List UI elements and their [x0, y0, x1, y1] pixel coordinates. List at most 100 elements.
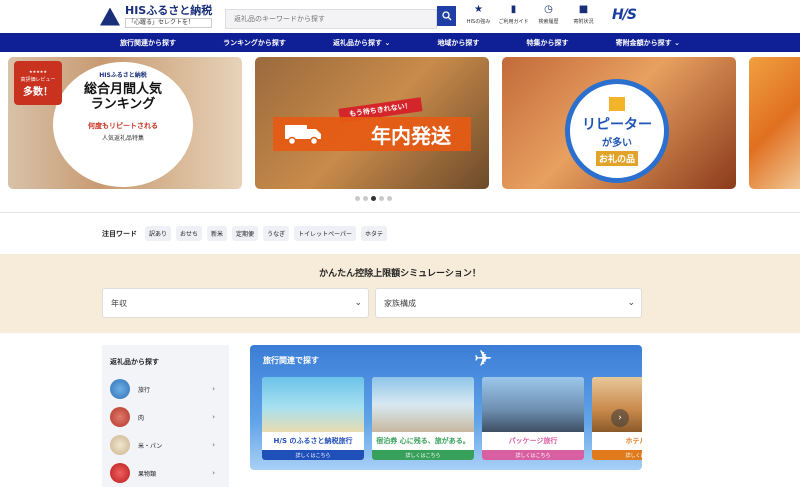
- chevron-right-icon: ›: [212, 441, 215, 449]
- sidebar-item-fruit[interactable]: 果物類 ›: [110, 459, 221, 487]
- utility-links: ★ HISの強み ▮ ご利用ガイド ◷ 検索履歴 ■ 寄附状況: [462, 4, 602, 26]
- carousel-dot[interactable]: [387, 196, 392, 201]
- bag-icon: ■: [578, 4, 589, 15]
- badge-text: 高評価レビュー: [20, 76, 56, 83]
- banner-year-end-shipping[interactable]: もう待ちきれない！ 年内発送: [255, 57, 489, 189]
- travel-card-button[interactable]: 詳しくはこちら: [592, 450, 642, 460]
- search-button[interactable]: [437, 6, 456, 26]
- banner-tag: お礼の品: [595, 150, 638, 166]
- travel-card-button[interactable]: 詳しくはこちら: [262, 450, 364, 460]
- family-select[interactable]: 家族構成 ⌄: [375, 288, 642, 318]
- airport-image: [482, 377, 584, 432]
- fruit-thumb: [110, 463, 130, 483]
- nav-region[interactable]: 地域から探す: [437, 38, 479, 48]
- chevron-right-icon: ›: [212, 469, 215, 477]
- nav-gifts[interactable]: 返礼品から探す ⌄: [333, 38, 390, 48]
- banner-subline: が多い: [602, 137, 632, 149]
- util-strengths[interactable]: ★ HISの強み: [462, 4, 495, 26]
- travel-card-label: ホテル食事: [625, 437, 643, 445]
- repeater-circle: リピーター が多い お礼の品: [565, 79, 669, 183]
- travel-card-lodging[interactable]: 宿泊券 心に残る、旅がある。 詳しくはこちら: [372, 377, 474, 460]
- banner-title-line2: ランキング: [90, 96, 156, 112]
- carousel-dot[interactable]: [363, 196, 368, 201]
- util-guide[interactable]: ▮ ご利用ガイド: [497, 4, 530, 26]
- travel-card-package[interactable]: パッケージ旅行 詳しくはこちら: [482, 377, 584, 460]
- trend-chip[interactable]: うなぎ: [263, 226, 290, 241]
- rice-thumb: [110, 435, 130, 455]
- search-input[interactable]: [225, 9, 437, 29]
- hotel-room-image: [372, 377, 474, 432]
- simulation-title: かんたん控除上限額シミュレーション！: [319, 269, 481, 279]
- util-label: HISの強み: [466, 19, 491, 25]
- util-history[interactable]: ◷ 検索履歴: [532, 4, 565, 26]
- chevron-down-icon: ⌄: [627, 298, 635, 308]
- book-icon: ▮: [510, 4, 517, 15]
- sidebar-title: 返礼品から探す: [110, 358, 159, 366]
- search-bar: [225, 6, 456, 29]
- util-donation-status[interactable]: ■ 寄附状況: [567, 4, 600, 26]
- main-nav: 旅行関連から探す ランキングから探す 返礼品から探す ⌄ 地域から探す 特集から…: [0, 33, 800, 52]
- mountain-logo-icon: [100, 7, 120, 26]
- trend-chip[interactable]: ホタテ: [361, 226, 388, 241]
- trend-label: 注目ワード: [102, 229, 137, 238]
- util-label: 検索履歴: [538, 19, 559, 25]
- travel-card-label: 宿泊券 心に残る、旅がある。: [376, 437, 470, 445]
- trend-chip[interactable]: おせち: [176, 226, 203, 241]
- trend-chip[interactable]: 新米: [207, 226, 228, 241]
- chevron-down-icon: ⌄: [354, 298, 362, 308]
- travel-card-button[interactable]: 詳しくはこちら: [482, 450, 584, 460]
- banner-headline: リピーター: [582, 116, 652, 133]
- star-icon: ★: [474, 4, 483, 15]
- ranking-card: HISふるさと納税 総合月間人気 ランキング 何度もリピートされる 人気返礼品特…: [53, 62, 193, 187]
- carousel-dots: [355, 196, 395, 201]
- his-brand-logo[interactable]: H/S: [612, 7, 637, 23]
- search-icon: [441, 11, 451, 21]
- rating-stars: ★★★★★: [29, 68, 47, 74]
- travel-card-his[interactable]: H/S のふるさと納税旅行 詳しくはこちら: [262, 377, 364, 460]
- site-logo[interactable]: HISふるさと納税 「心躍る」セレクトを！: [100, 4, 213, 28]
- carousel-dot-active[interactable]: [371, 196, 376, 201]
- nav-features[interactable]: 特集から探す: [527, 38, 569, 48]
- travel-section-title: 旅行関連で探す: [263, 356, 319, 365]
- travel-card-button[interactable]: 詳しくはこちら: [372, 450, 474, 460]
- gift-icon: [609, 96, 625, 111]
- sidebar-item-label: 果物類: [138, 470, 157, 478]
- trend-chip[interactable]: 定期便: [232, 226, 259, 241]
- sidebar-item-meat[interactable]: 肉 ›: [110, 403, 221, 431]
- carousel-dot[interactable]: [355, 196, 360, 201]
- sidebar-item-label: 旅行: [138, 386, 151, 394]
- family-select-value: 家族構成: [384, 298, 416, 308]
- badge-emphasis: 多数！: [23, 86, 53, 98]
- chevron-right-icon: ›: [212, 413, 215, 421]
- review-badge: ★★★★★ 高評価レビュー 多数！: [14, 61, 62, 105]
- sidebar-item-rice-bread[interactable]: 米・パン ›: [110, 431, 221, 459]
- travel-card-label: パッケージ旅行: [508, 437, 558, 445]
- logo-title: HISふるさと納税: [125, 4, 213, 17]
- banner-caption: 人気返礼品特集: [101, 134, 144, 142]
- banner-subtitle: 何度もリピートされる: [88, 121, 158, 130]
- banner-ranking[interactable]: HISふるさと納税 総合月間人気 ランキング 何度もリピートされる 人気返礼品特…: [8, 57, 242, 189]
- history-icon: ◷: [544, 4, 553, 15]
- logo-subtitle: 「心躍る」セレクトを！: [125, 18, 213, 28]
- chevron-right-icon[interactable]: ›: [611, 409, 629, 427]
- income-select[interactable]: 年収 ⌄: [102, 288, 369, 318]
- sidebar-item-travel[interactable]: 旅行 ›: [110, 375, 221, 403]
- tax-simulation: かんたん控除上限額シミュレーション！ 年収 ⌄ 家族構成 ⌄: [0, 254, 800, 333]
- section-divider: [0, 212, 800, 213]
- trend-chip[interactable]: 訳あり: [145, 226, 172, 241]
- sidebar-item-label: 米・パン: [138, 442, 163, 450]
- banner-carousel: HISふるさと納税 総合月間人気 ランキング 何度もリピートされる 人気返礼品特…: [0, 57, 800, 189]
- chevron-right-icon: ›: [212, 385, 215, 393]
- nav-amount[interactable]: 寄附金額から探す ⌄: [616, 38, 680, 48]
- util-label: 寄附状況: [573, 19, 594, 25]
- banner-logo: HISふるさと納税: [99, 72, 147, 79]
- nav-ranking[interactable]: ランキングから探す: [223, 38, 286, 48]
- trend-words: 注目ワード 訳あり おせち 新米 定期便 うなぎ トイレットペーパー ホタテ: [102, 226, 392, 241]
- travel-card-label: H/S のふるさと納税旅行: [273, 437, 353, 445]
- banner-repeaters[interactable]: リピーター が多い お礼の品: [502, 57, 736, 189]
- nav-travel[interactable]: 旅行関連から探す: [120, 38, 176, 48]
- carousel-dot[interactable]: [379, 196, 384, 201]
- travel-thumb: [110, 379, 130, 399]
- trend-chip[interactable]: トイレットペーパー: [294, 226, 357, 241]
- banner-next-peek[interactable]: [749, 57, 800, 189]
